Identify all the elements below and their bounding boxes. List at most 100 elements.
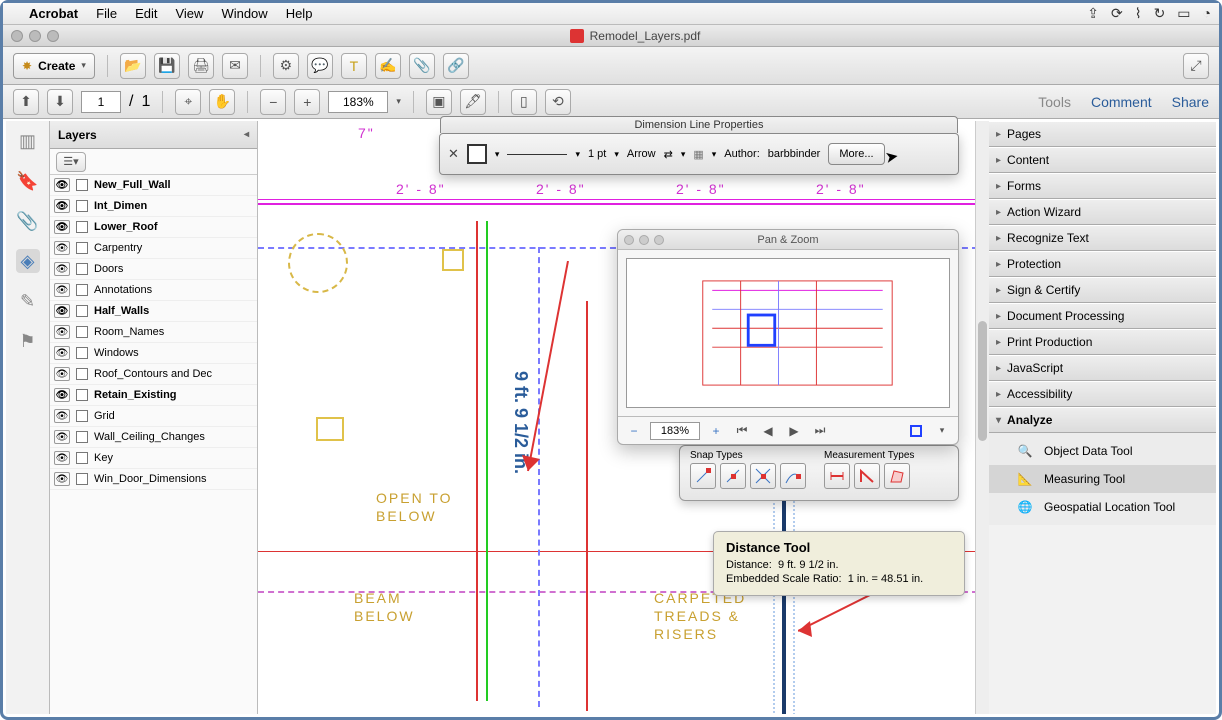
layer-row[interactable]: 👁Annotations [50, 280, 257, 301]
layer-row[interactable]: 👁Roof_Contours and Dec [50, 364, 257, 385]
snap-measurement-panel[interactable]: Snap Types Measurement Types [679, 445, 959, 501]
caret-down-icon[interactable]: ▾ [932, 421, 952, 441]
tool-section[interactable]: ▸Action Wizard [988, 199, 1216, 225]
visibility-icon[interactable]: 👁 [54, 346, 70, 360]
fitpage-icon[interactable]: ▣ [426, 89, 452, 115]
bookmarks-icon[interactable]: 🔖 [16, 169, 40, 193]
arrow-style-icon[interactable]: ⇄ [664, 148, 673, 161]
measure-distance-icon[interactable] [824, 463, 850, 489]
display-icon[interactable]: ▭ [1177, 5, 1190, 22]
panel-collapse-icon[interactable]: ◂ [244, 129, 249, 140]
tool-item[interactable]: 🌐Geospatial Location Tool [988, 493, 1216, 521]
layer-row[interactable]: 👁Lower_Roof [50, 217, 257, 238]
menu-help[interactable]: Help [286, 6, 313, 21]
pageflag-icon[interactable]: ⚑ [16, 329, 40, 353]
visibility-icon[interactable]: 👁 [54, 388, 70, 402]
layer-row[interactable]: 👁Key [50, 448, 257, 469]
first-icon[interactable]: ⏮ [732, 421, 752, 441]
open-icon[interactable]: 📂 [120, 53, 146, 79]
panzoom-traffic[interactable] [624, 235, 664, 245]
tab-tools[interactable]: Tools [1038, 94, 1071, 110]
create-button[interactable]: ✸ Create ▾ [13, 53, 95, 79]
snap-endpoint-icon[interactable] [690, 463, 716, 489]
tool-section[interactable]: ▸Content [988, 147, 1216, 173]
snap-intersect-icon[interactable] [750, 463, 776, 489]
tool-section[interactable]: ▾Analyze [988, 407, 1216, 433]
page-number-input[interactable] [81, 91, 121, 113]
tool-section[interactable]: ▸Protection [988, 251, 1216, 277]
visibility-icon[interactable]: 👁 [54, 283, 70, 297]
link-icon[interactable]: 🔗 [443, 53, 469, 79]
region-icon[interactable] [906, 421, 926, 441]
menubar-app[interactable]: Acrobat [29, 6, 78, 21]
line-style-preview[interactable] [507, 154, 567, 155]
stroke-weight[interactable]: 1 pt [588, 148, 606, 160]
menu-view[interactable]: View [175, 6, 203, 21]
opacity-icon[interactable]: ▦ [693, 148, 703, 161]
stamp-icon[interactable]: ✍ [375, 53, 401, 79]
layer-row[interactable]: 👁Windows [50, 343, 257, 364]
layer-row[interactable]: 👁Doors [50, 259, 257, 280]
snap-path-icon[interactable] [780, 463, 806, 489]
tool-section[interactable]: ▸Sign & Certify [988, 277, 1216, 303]
panzoom-titlebar[interactable]: Pan & Zoom [618, 230, 958, 250]
gear-icon[interactable]: ⚙ [273, 53, 299, 79]
layer-row[interactable]: 👁Room_Names [50, 322, 257, 343]
tab-share[interactable]: Share [1172, 94, 1209, 110]
panzoom-zoom-input[interactable] [650, 422, 700, 440]
tool-section[interactable]: ▸Recognize Text [988, 225, 1216, 251]
visibility-icon[interactable]: 👁 [54, 409, 70, 423]
caret-down-icon[interactable]: ▾ [575, 149, 580, 160]
hand-icon[interactable]: ✋ [209, 89, 235, 115]
snap-midpoint-icon[interactable] [720, 463, 746, 489]
page-down-icon[interactable]: ⬇ [47, 89, 73, 115]
zoom-in-icon[interactable]: + [706, 421, 726, 441]
scrollbar-thumb[interactable] [978, 321, 987, 441]
visibility-icon[interactable]: 👁 [54, 199, 70, 213]
tool-section[interactable]: ▸Print Production [988, 329, 1216, 355]
panzoom-preview[interactable] [626, 258, 950, 408]
close-icon[interactable]: ✕ [448, 146, 459, 162]
tool-section[interactable]: ▸Forms [988, 173, 1216, 199]
menu-window[interactable]: Window [221, 6, 267, 21]
vertical-scrollbar[interactable] [975, 121, 989, 714]
zoom-out-icon[interactable]: − [624, 421, 644, 441]
refresh-icon[interactable]: ↻ [1154, 5, 1166, 22]
page-up-icon[interactable]: ⬆ [13, 89, 39, 115]
signatures-icon[interactable]: ✎ [16, 289, 40, 313]
layer-row[interactable]: 👁Carpentry [50, 238, 257, 259]
caret-down-icon[interactable]: ▾ [614, 149, 619, 160]
layers-icon[interactable]: ◈ [16, 249, 40, 273]
tool-item[interactable]: 📐Measuring Tool [988, 465, 1216, 493]
more-button[interactable]: More... [828, 143, 884, 165]
measure-area-icon[interactable] [884, 463, 910, 489]
menu-edit[interactable]: Edit [135, 6, 157, 21]
pan-zoom-window[interactable]: Pan & Zoom − + ⏮ ◀ ▶ ⏭ ▾ [617, 229, 959, 445]
sync-icon[interactable]: ⟳ [1111, 5, 1123, 22]
tool-section[interactable]: ▸Document Processing [988, 303, 1216, 329]
layer-row[interactable]: 👁Wall_Ceiling_Changes [50, 427, 257, 448]
caret-down-icon[interactable]: ▾ [495, 149, 500, 160]
visibility-icon[interactable]: 👁 [54, 304, 70, 318]
layer-row[interactable]: 👁Win_Door_Dimensions [50, 469, 257, 490]
visibility-icon[interactable]: 👁 [54, 178, 70, 192]
layer-row[interactable]: 👁Half_Walls [50, 301, 257, 322]
visibility-icon[interactable]: 👁 [54, 325, 70, 339]
mail-icon[interactable]: ✉ [222, 53, 248, 79]
tool-section[interactable]: ▸Accessibility [988, 381, 1216, 407]
visibility-icon[interactable]: 👁 [54, 430, 70, 444]
tab-comment[interactable]: Comment [1091, 94, 1152, 110]
next-icon[interactable]: ▶ [784, 421, 804, 441]
visibility-icon[interactable]: 👁 [54, 241, 70, 255]
visibility-icon[interactable]: 👁 [54, 262, 70, 276]
zoom-out-icon[interactable]: − [260, 89, 286, 115]
visibility-icon[interactable]: 👁 [54, 472, 70, 486]
visibility-icon[interactable]: 👁 [54, 220, 70, 234]
zoom-input[interactable] [328, 91, 388, 113]
prev-icon[interactable]: ◀ [758, 421, 778, 441]
tool-item[interactable]: 🔍Object Data Tool [988, 437, 1216, 465]
ink-icon[interactable]: 🖋 [460, 89, 486, 115]
visibility-icon[interactable]: 👁 [54, 367, 70, 381]
thumbnails-icon[interactable]: ▥ [16, 129, 40, 153]
texthighlight-icon[interactable]: T [341, 53, 367, 79]
